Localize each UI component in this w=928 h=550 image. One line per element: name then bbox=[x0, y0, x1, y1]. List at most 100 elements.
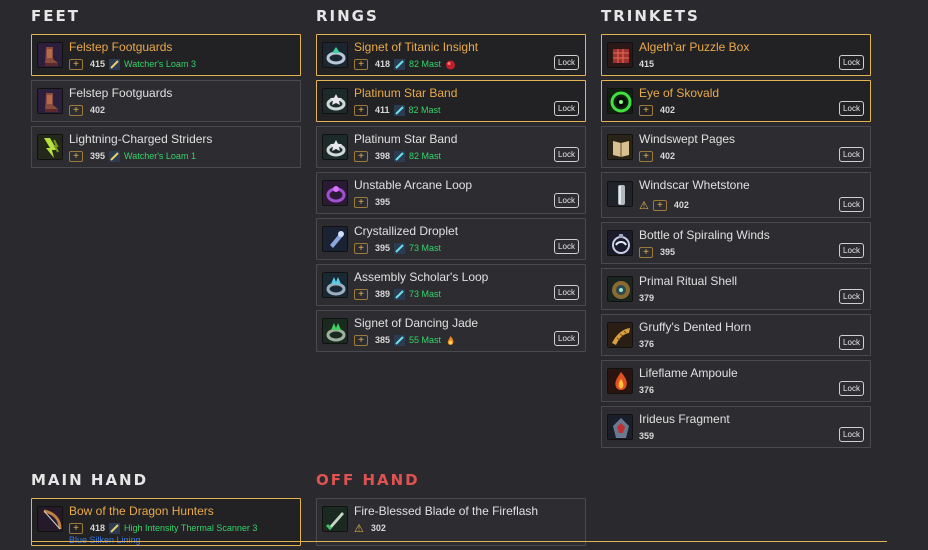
lock-button[interactable]: Lock bbox=[839, 427, 864, 442]
item-stats: ⚠ + 402 bbox=[639, 198, 689, 212]
mastery-text: 73 Mast bbox=[409, 243, 442, 253]
gear-optimizer-panel: { "lock_label": "Lock", "feet": { "title… bbox=[0, 0, 928, 550]
item-stats: + 395 73 Mast bbox=[354, 241, 441, 255]
plus-icon[interactable]: + bbox=[354, 58, 368, 70]
trinket-item[interactable]: Windscar Whetstone ⚠ + 402 Lock bbox=[601, 172, 871, 218]
embellishment-link[interactable]: Blue Silken Lining bbox=[69, 535, 141, 545]
trinket-item[interactable]: Lifeflame Ampoule 376 Lock bbox=[601, 360, 871, 402]
lock-button[interactable]: Lock bbox=[839, 335, 864, 350]
plus-icon[interactable]: + bbox=[639, 104, 653, 116]
feet-item[interactable]: Lightning-Charged Striders + 395 Watcher… bbox=[31, 126, 301, 168]
gem-icon bbox=[394, 242, 406, 254]
boots-icon bbox=[37, 88, 63, 114]
lock-button[interactable]: Lock bbox=[839, 381, 864, 396]
plus-icon[interactable]: + bbox=[354, 242, 368, 254]
embellishment-text: Watcher's Loam 1 bbox=[124, 151, 196, 161]
whetstone-icon bbox=[607, 181, 633, 207]
trinket-item[interactable]: Algeth'ar Puzzle Box 415 Lock bbox=[601, 34, 871, 76]
crafting-reagent-icon bbox=[109, 150, 121, 162]
plus-icon[interactable]: + bbox=[69, 522, 83, 534]
plus-icon[interactable]: + bbox=[652, 199, 667, 211]
item-name: Felstep Footguards bbox=[69, 40, 173, 54]
lock-button[interactable]: Lock bbox=[839, 101, 864, 116]
feet-title: FEET bbox=[31, 7, 80, 25]
shell-icon bbox=[607, 276, 633, 302]
item-level: 395 bbox=[375, 243, 391, 253]
main-hand-item[interactable]: Bow of the Dragon Hunters + 418 High Int… bbox=[31, 498, 301, 546]
ring-item[interactable]: Crystallized Droplet + 395 73 Mast Lock bbox=[316, 218, 586, 260]
lock-button[interactable]: Lock bbox=[554, 239, 579, 254]
trinket-item[interactable]: Primal Ritual Shell 379 Lock bbox=[601, 268, 871, 310]
item-name: Gruffy's Dented Horn bbox=[639, 320, 752, 334]
trinket-item[interactable]: Irideus Fragment 359 Lock bbox=[601, 406, 871, 448]
item-level: 395 bbox=[660, 247, 676, 257]
ring-icon bbox=[322, 272, 348, 298]
ring-item[interactable]: Signet of Titanic Insight + 418 82 Mast … bbox=[316, 34, 586, 76]
item-level: 402 bbox=[673, 200, 689, 210]
book-icon bbox=[607, 134, 633, 160]
gem-icon bbox=[394, 334, 406, 346]
item-level: 359 bbox=[639, 431, 655, 441]
puzzle-box-icon bbox=[607, 42, 633, 68]
trinket-item[interactable]: Gruffy's Dented Horn 376 Lock bbox=[601, 314, 871, 356]
plus-icon[interactable]: + bbox=[69, 150, 83, 162]
item-level: 418 bbox=[375, 59, 391, 69]
plus-icon[interactable]: + bbox=[354, 104, 368, 116]
trinket-item[interactable]: Eye of Skovald + 402 Lock bbox=[601, 80, 871, 122]
trinket-item[interactable]: Windswept Pages + 402 Lock bbox=[601, 126, 871, 168]
feet-item[interactable]: Felstep Footguards + 415 Watcher's Loam … bbox=[31, 34, 301, 76]
rings-title: RINGS bbox=[316, 7, 379, 25]
lock-button[interactable]: Lock bbox=[554, 331, 579, 346]
bottle-icon bbox=[607, 230, 633, 256]
plus-icon[interactable]: + bbox=[354, 334, 368, 346]
plus-icon[interactable]: + bbox=[639, 150, 653, 162]
ring-item[interactable]: Platinum Star Band + 398 82 Mast Lock bbox=[316, 126, 586, 168]
item-level: 376 bbox=[639, 385, 655, 395]
lock-button[interactable]: Lock bbox=[839, 55, 864, 70]
plus-icon[interactable]: + bbox=[354, 150, 368, 162]
warning-icon: ⚠ bbox=[639, 199, 649, 212]
plus-icon[interactable]: + bbox=[69, 58, 83, 70]
item-name: Assembly Scholar's Loop bbox=[354, 270, 489, 284]
ring-item[interactable]: Signet of Dancing Jade + 385 55 Mast Loc… bbox=[316, 310, 586, 352]
boots-icon bbox=[37, 42, 63, 68]
lock-button[interactable]: Lock bbox=[554, 285, 579, 300]
mastery-text: 82 Mast bbox=[408, 105, 441, 115]
plus-icon[interactable]: + bbox=[354, 196, 368, 208]
item-level: 389 bbox=[375, 289, 391, 299]
trinkets-section: TRINKETS Algeth'ar Puzzle Box 415 Lock E… bbox=[601, 7, 871, 452]
item-level: 402 bbox=[660, 105, 676, 115]
gem-icon bbox=[394, 288, 406, 300]
item-level: 415 bbox=[639, 59, 655, 69]
item-level: 385 bbox=[375, 335, 391, 345]
plus-icon[interactable]: + bbox=[639, 246, 653, 258]
lock-button[interactable]: Lock bbox=[839, 197, 864, 212]
lock-button[interactable]: Lock bbox=[554, 193, 579, 208]
item-level: 411 bbox=[375, 105, 390, 115]
flame-ampoule-icon bbox=[607, 368, 633, 394]
ring-item[interactable]: Unstable Arcane Loop + 395 Lock bbox=[316, 172, 586, 214]
item-stats: ⚠ 302 bbox=[354, 521, 386, 535]
main-hand-title: MAIN HAND bbox=[31, 471, 149, 489]
lock-button[interactable]: Lock bbox=[554, 101, 579, 116]
item-name: Platinum Star Band bbox=[354, 132, 458, 146]
lock-button[interactable]: Lock bbox=[839, 243, 864, 258]
plus-icon[interactable]: + bbox=[354, 288, 368, 300]
lock-button[interactable]: Lock bbox=[554, 147, 579, 162]
plus-icon[interactable]: + bbox=[69, 104, 83, 116]
off-hand-item[interactable]: Fire-Blessed Blade of the Fireflash ⚠ 30… bbox=[316, 498, 586, 546]
ring-icon bbox=[322, 180, 348, 206]
embellishment-text: Watcher's Loam 3 bbox=[124, 59, 196, 69]
lock-button[interactable]: Lock bbox=[554, 55, 579, 70]
item-name: Signet of Dancing Jade bbox=[354, 316, 479, 330]
item-name: Lifeflame Ampoule bbox=[639, 366, 738, 380]
item-level: 415 bbox=[90, 59, 106, 69]
lock-button[interactable]: Lock bbox=[839, 147, 864, 162]
ring-item[interactable]: Assembly Scholar's Loop + 389 73 Mast Lo… bbox=[316, 264, 586, 306]
item-level: 402 bbox=[90, 105, 106, 115]
ring-item[interactable]: Platinum Star Band + 411 82 Mast Lock bbox=[316, 80, 586, 122]
item-name: Platinum Star Band bbox=[354, 86, 458, 100]
lock-button[interactable]: Lock bbox=[839, 289, 864, 304]
feet-item[interactable]: Felstep Footguards + 402 bbox=[31, 80, 301, 122]
trinket-item[interactable]: Bottle of Spiraling Winds + 395 Lock bbox=[601, 222, 871, 264]
